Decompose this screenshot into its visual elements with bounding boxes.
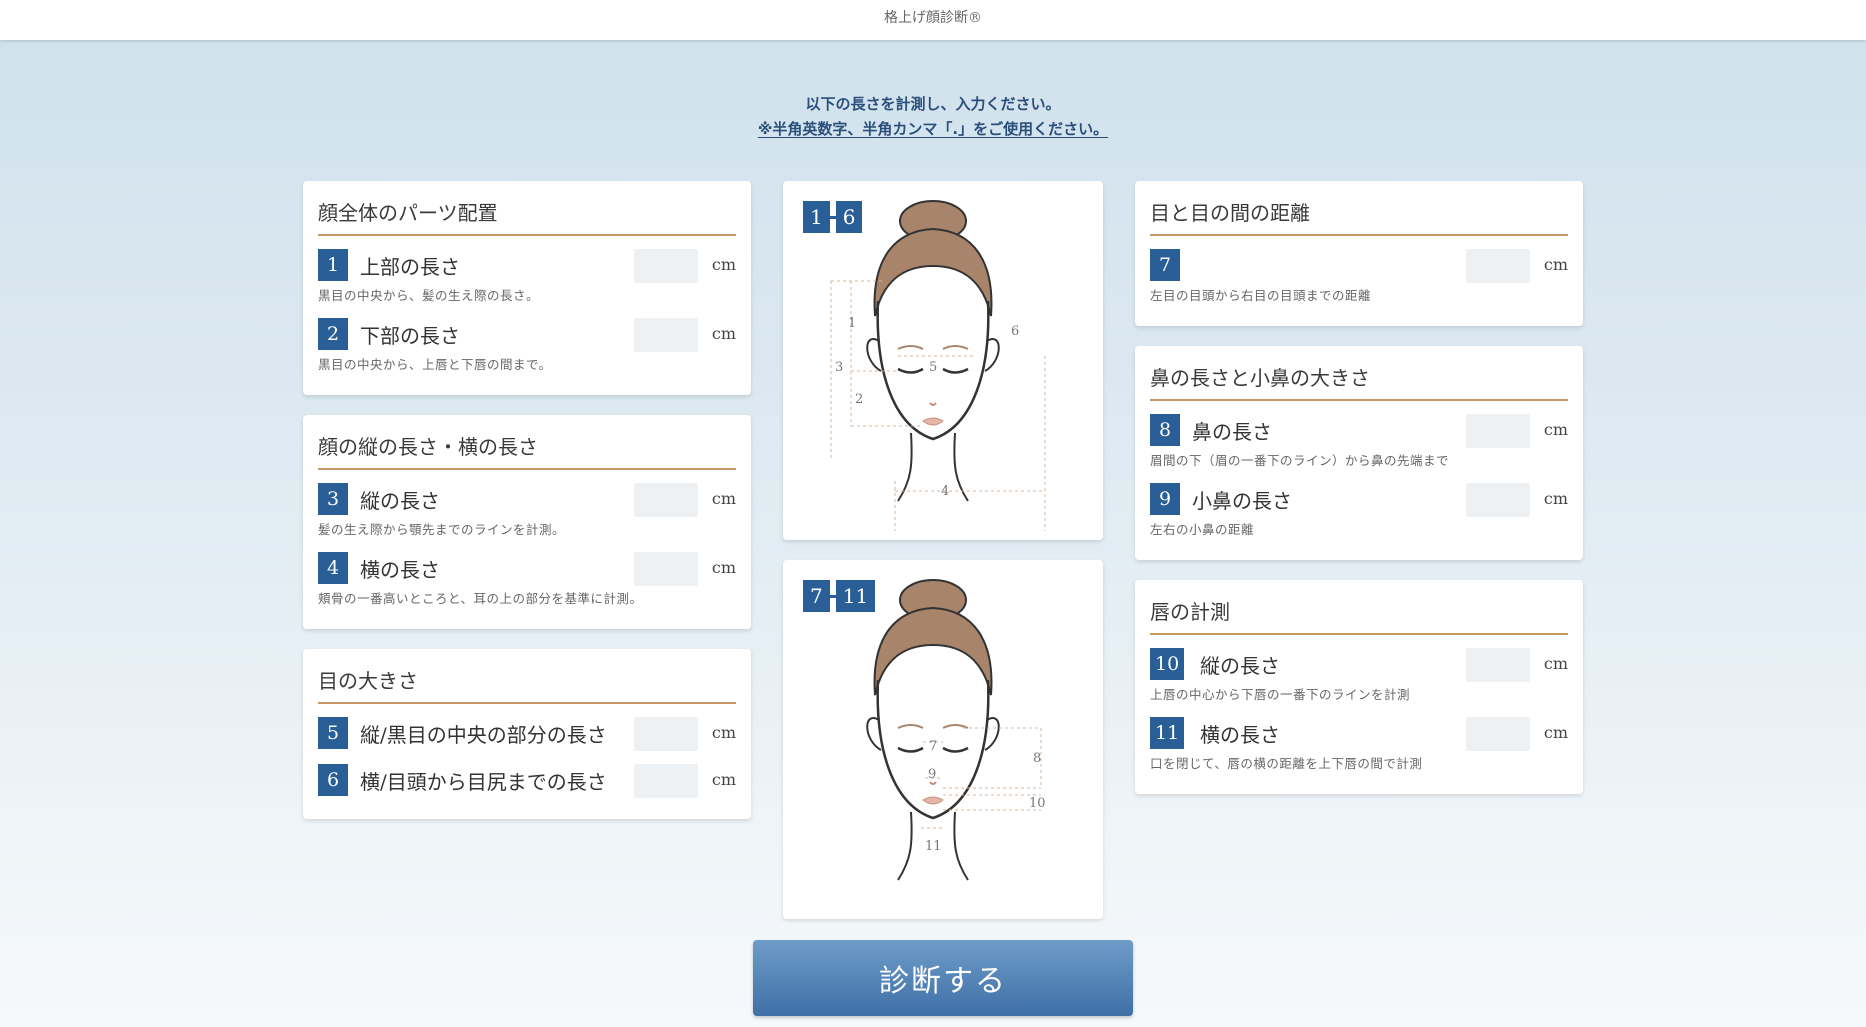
item-label: 横/目頭から目尻までの長さ [360, 770, 607, 794]
upper-length-input[interactable] [634, 249, 698, 283]
guide-mark-8: 8 [1033, 751, 1041, 766]
guide-mark-10: 10 [1029, 796, 1046, 811]
item-label: 縦の長さ [1200, 654, 1280, 678]
unit-label: cm [711, 324, 736, 343]
lips-title: 唇の計測 [1150, 596, 1568, 635]
item-number-badge: 1 [318, 249, 348, 281]
instructions: 以下の長さを計測し、入力ください。 ※半角英数字、半角カンマ「.」をご使用くださ… [0, 92, 1866, 142]
diagnose-button[interactable]: 診断する [753, 940, 1133, 1016]
unit-label: cm [711, 558, 736, 577]
item-number-badge: 9 [1150, 483, 1180, 515]
item-number-badge: 3 [318, 483, 348, 515]
item-number-badge: 4 [318, 552, 348, 584]
item-label: 縦の長さ [360, 489, 440, 513]
item-description: 髪の生え際から顎先までのラインを計測。 [318, 522, 566, 537]
eye-width-input[interactable] [634, 764, 698, 798]
item-number-badge: 2 [318, 318, 348, 350]
face-width-input[interactable] [634, 552, 698, 586]
measure-row-6: 6 横/目頭から目尻までの長さ cm [318, 764, 736, 800]
nose-card: 鼻の長さと小鼻の大きさ 8 鼻の長さ cm 眉間の下（眉の一番下のライン）から鼻… [1135, 346, 1583, 560]
item-label: 縦/黒目の中央の部分の長さ [360, 723, 607, 747]
eye-distance-card: 目と目の間の距離 7 cm 左目の目頭から右目の目頭までの距離 [1135, 181, 1583, 326]
item-number-badge: 10 [1150, 648, 1185, 680]
face-diagram-7-11: 7 11 7 8 9 10 11 [783, 560, 1103, 919]
guide-mark-7: 7 [929, 739, 937, 754]
guide-mark-6: 6 [1011, 324, 1019, 339]
item-number-badge: 6 [318, 764, 348, 796]
item-description: 頬骨の一番高いところと、耳の上の部分を基準に計測。 [318, 591, 643, 606]
unit-label: cm [1543, 420, 1568, 439]
face-illustration: 7 8 9 10 11 [866, 579, 1046, 881]
lower-length-input[interactable] [634, 318, 698, 352]
item-label: 下部の長さ [360, 324, 460, 348]
measure-row-1: 1 上部の長さ cm 黒目の中央から、髪の生え際の長さ。 [318, 249, 736, 309]
unit-label: cm [711, 723, 736, 742]
unit-label: cm [711, 770, 736, 789]
measure-row-10: 10 縦の長さ cm 上唇の中心から下唇の一番下のラインを計測 [1150, 648, 1568, 708]
guide-mark-9: 9 [928, 767, 936, 782]
item-label: 上部の長さ [360, 255, 460, 279]
lip-width-input[interactable] [1466, 717, 1530, 751]
measure-row-11: 11 横の長さ cm 口を閉じて、唇の横の距離を上下唇の間で計測 [1150, 717, 1568, 777]
unit-label: cm [711, 489, 736, 508]
item-number-badge: 5 [318, 717, 348, 749]
item-label: 横の長さ [1200, 723, 1280, 747]
face-size-card: 顔の縦の長さ・横の長さ 3 縦の長さ cm 髪の生え際から顎先までのラインを計測… [303, 415, 751, 629]
item-description: 眉間の下（眉の一番下のライン）から鼻の先端まで [1150, 453, 1450, 468]
unit-label: cm [1543, 654, 1568, 673]
face-size-title: 顔の縦の長さ・横の長さ [318, 431, 736, 470]
guide-mark-5: 5 [929, 360, 937, 375]
measure-row-8: 8 鼻の長さ cm 眉間の下（眉の一番下のライン）から鼻の先端まで [1150, 414, 1568, 474]
measure-row-2: 2 下部の長さ cm 黒目の中央から、上唇と下唇の間まで。 [318, 318, 736, 378]
unit-label: cm [711, 255, 736, 274]
instructions-note: ※半角英数字、半角カンマ「.」をご使用ください。 [757, 120, 1109, 138]
header-bar: 格上げ顔診断® [0, 0, 1866, 40]
unit-label: cm [1543, 489, 1568, 508]
face-height-input[interactable] [634, 483, 698, 517]
item-number-badge: 8 [1150, 414, 1180, 446]
unit-label: cm [1543, 723, 1568, 742]
item-label: 小鼻の長さ [1192, 489, 1292, 513]
item-description: 口を閉じて、唇の横の距離を上下唇の間で計測 [1150, 756, 1423, 771]
nostril-width-input[interactable] [1466, 483, 1530, 517]
guide-mark-3: 3 [835, 360, 843, 375]
guide-mark-11: 11 [925, 839, 942, 854]
eye-size-title: 目の大きさ [318, 665, 736, 704]
measure-row-9: 9 小鼻の長さ cm 左右の小鼻の距離 [1150, 483, 1568, 543]
item-description: 左目の目頭から右目の目頭までの距離 [1150, 288, 1372, 303]
measure-row-4: 4 横の長さ cm 頬骨の一番高いところと、耳の上の部分を基準に計測。 [318, 552, 736, 612]
item-label: 鼻の長さ [1192, 420, 1272, 444]
guide-mark-2: 2 [855, 392, 863, 407]
face-illustration: 1 2 3 4 5 6 [830, 200, 1046, 531]
face-diagram-1-6: 1 6 1 2 3 4 5 6 [783, 181, 1103, 540]
instructions-line-1: 以下の長さを計測し、入力ください。 [805, 95, 1061, 113]
item-label: 横の長さ [360, 558, 440, 582]
face-parts-card: 顔全体のパーツ配置 1 上部の長さ cm 黒目の中央から、髪の生え際の長さ。 2… [303, 181, 751, 395]
eye-distance-title: 目と目の間の距離 [1150, 197, 1568, 236]
measure-row-5: 5 縦/黒目の中央の部分の長さ cm [318, 717, 736, 753]
lip-height-input[interactable] [1466, 648, 1530, 682]
measure-row-3: 3 縦の長さ cm 髪の生え際から顎先までのラインを計測。 [318, 483, 736, 543]
guide-mark-4: 4 [941, 484, 949, 499]
header-title: 格上げ顔診断® [884, 10, 982, 26]
unit-label: cm [1543, 255, 1568, 274]
item-description: 左右の小鼻の距離 [1150, 522, 1255, 537]
lips-card: 唇の計測 10 縦の長さ cm 上唇の中心から下唇の一番下のラインを計測 11 … [1135, 580, 1583, 794]
item-description: 黒目の中央から、上唇と下唇の間まで。 [318, 357, 552, 372]
eye-height-input[interactable] [634, 717, 698, 751]
item-description: 黒目の中央から、髪の生え際の長さ。 [318, 288, 540, 303]
guide-mark-1: 1 [848, 316, 856, 331]
measure-row-7: 7 cm 左目の目頭から右目の目頭までの距離 [1150, 249, 1568, 309]
item-number-badge: 11 [1150, 717, 1185, 749]
face-parts-title: 顔全体のパーツ配置 [318, 197, 736, 236]
item-number-badge: 7 [1150, 249, 1180, 281]
nose-length-input[interactable] [1466, 414, 1530, 448]
item-description: 上唇の中心から下唇の一番下のラインを計測 [1150, 687, 1411, 702]
eye-distance-input[interactable] [1466, 249, 1530, 283]
eye-size-card: 目の大きさ 5 縦/黒目の中央の部分の長さ cm 6 横/目頭から目尻までの長さ… [303, 649, 751, 819]
nose-title: 鼻の長さと小鼻の大きさ [1150, 362, 1568, 401]
